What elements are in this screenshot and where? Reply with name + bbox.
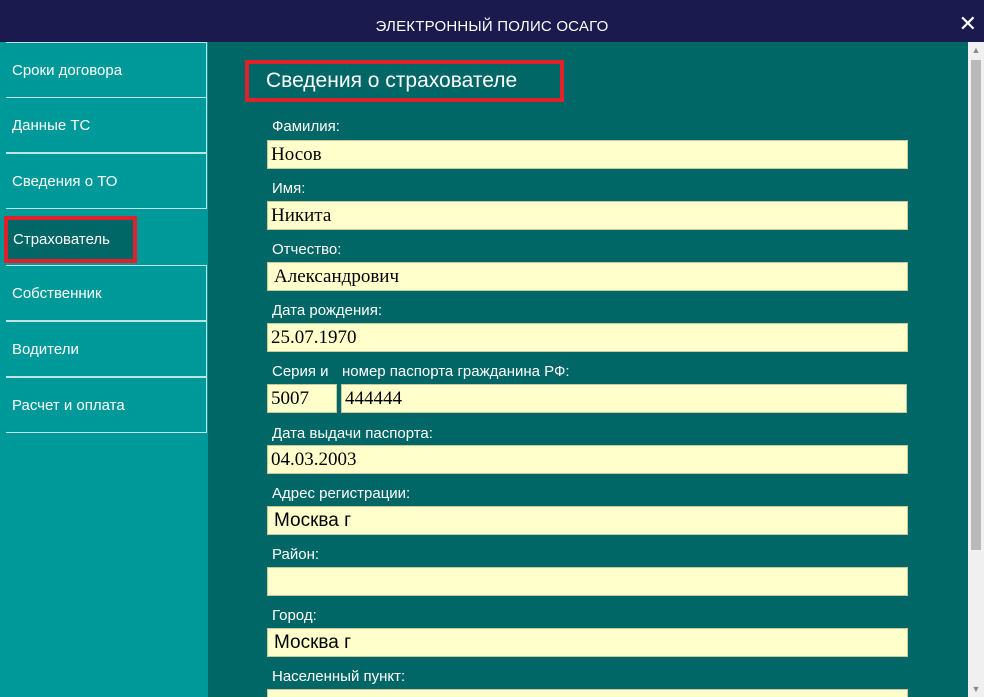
city-label: Город: xyxy=(272,607,317,624)
name-label: Имя: xyxy=(272,180,306,197)
passport-issue-date-field[interactable]: 04.03.2003 xyxy=(267,445,908,474)
close-icon[interactable]: ✕ xyxy=(956,12,980,36)
district-field[interactable] xyxy=(267,567,908,596)
patronymic-label: Отчество: xyxy=(272,241,342,258)
scroll-up-icon[interactable]: ▲ xyxy=(968,42,984,58)
title-bar: ЭЛЕКТРОННЫЙ ПОЛИС ОСАГО ✕ xyxy=(0,0,984,42)
scrollbar-thumb[interactable] xyxy=(971,60,981,550)
vertical-scrollbar[interactable]: ▲ ▼ xyxy=(968,42,984,697)
name-field[interactable]: Никита xyxy=(267,201,908,230)
sidebar-item-drivers[interactable]: Водители xyxy=(6,321,207,377)
settlement-field[interactable] xyxy=(267,689,908,697)
passport-issue-date-label: Дата выдачи паспорта: xyxy=(272,425,433,442)
sidebar-item-vehicle-data[interactable]: Данные ТС xyxy=(6,97,207,153)
sidebar-item-calculation-payment[interactable]: Расчет и оплата xyxy=(6,377,207,433)
settlement-label: Населенный пункт: xyxy=(272,668,406,685)
district-label: Район: xyxy=(272,546,320,563)
passport-number-field[interactable]: 444444 xyxy=(341,384,907,413)
section-title: Сведения о страхователе xyxy=(245,60,564,102)
patronymic-field[interactable]: Александрович xyxy=(267,262,908,291)
sidebar-item-contract-terms[interactable]: Сроки договора xyxy=(6,42,207,98)
birth-date-field[interactable]: 25.07.1970 xyxy=(267,323,908,352)
scroll-down-icon[interactable]: ▼ xyxy=(968,681,984,697)
reg-address-field[interactable]: Москва г xyxy=(267,506,908,535)
surname-label: Фамилия: xyxy=(272,118,340,135)
window-title: ЭЛЕКТРОННЫЙ ПОЛИС ОСАГО xyxy=(375,18,609,35)
surname-field[interactable]: Носов xyxy=(267,140,908,169)
passport-series-label: Серия и xyxy=(272,363,329,380)
passport-series-field[interactable]: 5007 xyxy=(267,384,337,413)
reg-address-label: Адрес регистрации: xyxy=(272,485,411,502)
sidebar-nav: Сроки договора Данные ТС Сведения о ТО С… xyxy=(0,42,208,697)
birth-date-label: Дата рождения: xyxy=(272,302,382,319)
passport-number-label: номер паспорта гражданина РФ: xyxy=(342,363,570,380)
city-field[interactable]: Москва г xyxy=(267,628,908,657)
sidebar-item-owner[interactable]: Собственник xyxy=(6,265,207,321)
sidebar-item-policyholder[interactable]: Страхователь xyxy=(4,216,137,263)
sidebar-item-inspection-info[interactable]: Сведения о ТО xyxy=(6,153,207,209)
form-panel: Сведения о страхователе Фамилия: Носов И… xyxy=(208,42,968,697)
